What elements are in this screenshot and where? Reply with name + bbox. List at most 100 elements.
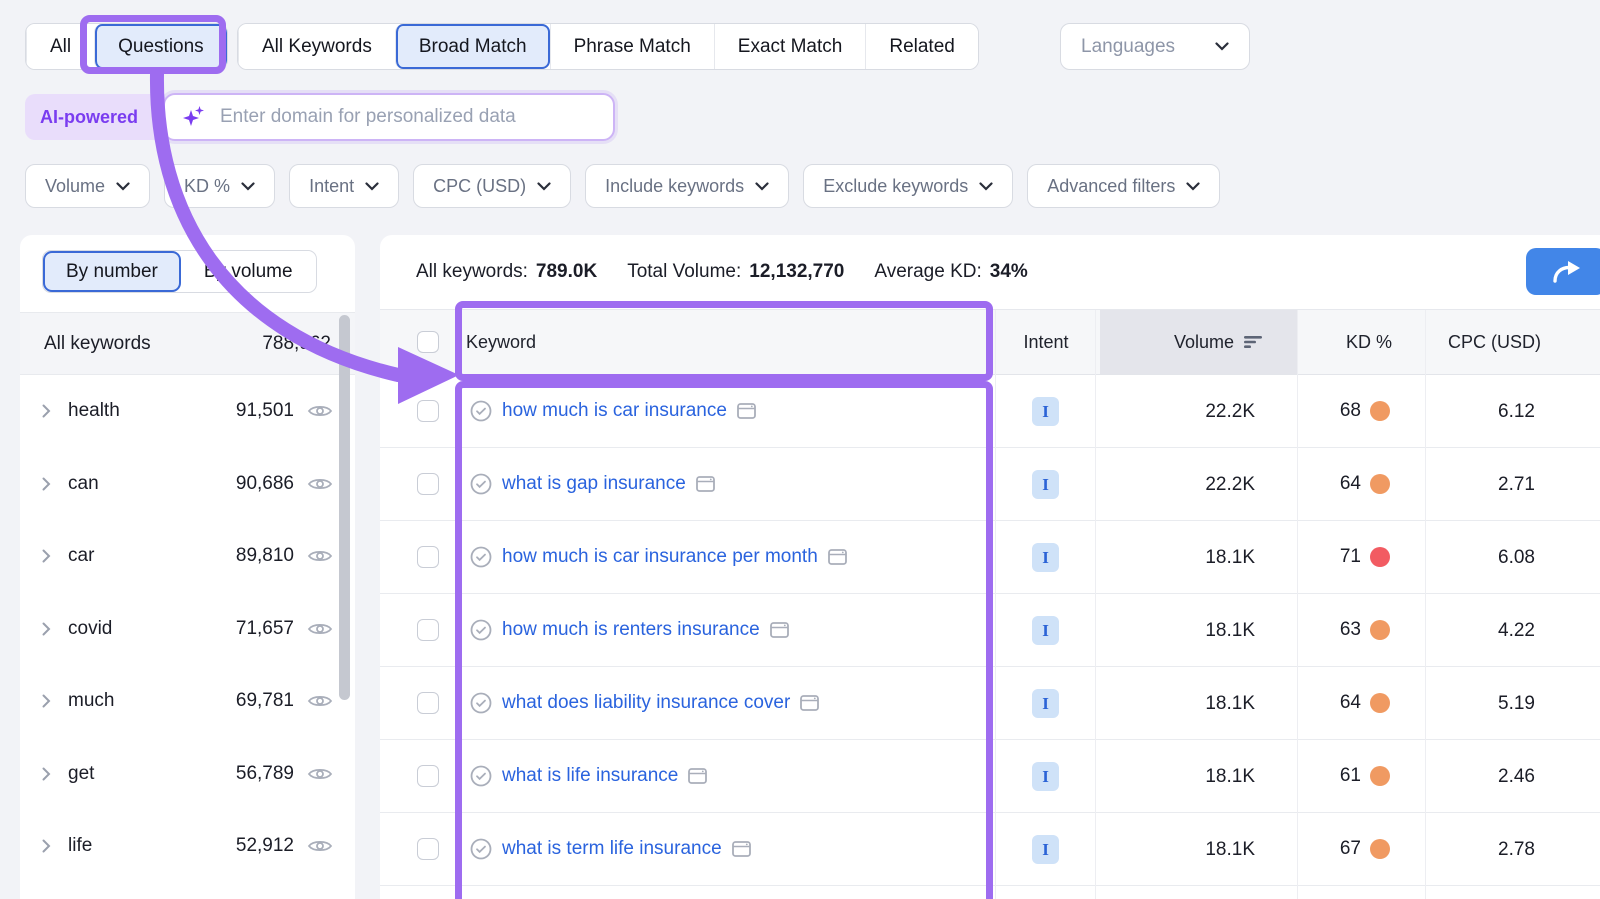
intent-badge[interactable]: I (1032, 835, 1059, 864)
circle-check-icon[interactable] (470, 400, 492, 422)
filter-dropdown[interactable]: Advanced filters (1027, 164, 1221, 208)
all-keywords-row[interactable]: All keywords 788,962 (20, 312, 355, 375)
volume-value: 18.1K (1205, 693, 1255, 714)
group-count: 69,781 (235, 690, 294, 712)
domain-input[interactable] (220, 106, 597, 128)
filter-dropdown[interactable]: Exclude keywords (803, 164, 1014, 208)
filter-dropdown[interactable]: Include keywords (585, 164, 790, 208)
cpc-value: 6.08 (1498, 547, 1535, 568)
summary-value: 12,132,770 (749, 261, 845, 282)
sort-toggle-button[interactable]: By number (43, 251, 181, 292)
serp-icon[interactable] (688, 768, 708, 784)
kd-value: 64 (1339, 692, 1361, 713)
column-header-keyword[interactable]: Keyword (466, 310, 536, 375)
eye-icon[interactable] (307, 620, 333, 638)
cpc-value: 6.12 (1498, 401, 1535, 422)
intent-badge[interactable]: I (1032, 397, 1059, 426)
circle-check-icon[interactable] (470, 619, 492, 641)
filter-dropdown[interactable]: Intent (289, 164, 400, 208)
tab-question-filter[interactable]: Questions (94, 24, 227, 69)
circle-check-icon[interactable] (470, 765, 492, 787)
table-row: what is life insurance I 18.1K 61 2.46 (380, 740, 1600, 813)
keyword-group-row[interactable]: can 90,686 (20, 448, 355, 521)
eye-icon[interactable] (307, 475, 333, 493)
filter-dropdown[interactable]: CPC (USD) (413, 164, 572, 208)
circle-check-icon[interactable] (470, 692, 492, 714)
kd-value: 64 (1339, 473, 1361, 494)
intent-badge[interactable]: I (1032, 689, 1059, 718)
tab-match-type[interactable]: Broad Match (394, 24, 550, 69)
toggle-label: By volume (203, 260, 293, 282)
tab-match-type[interactable]: Phrase Match (549, 24, 714, 69)
keyword-link[interactable]: what does liability insurance cover (502, 692, 790, 714)
filter-label: Advanced filters (1047, 175, 1176, 196)
export-share-button[interactable] (1526, 248, 1600, 295)
volume-value: 18.1K (1205, 766, 1255, 787)
column-header-intent[interactable]: Intent (997, 310, 1095, 375)
eye-icon[interactable] (307, 692, 333, 710)
intent-badge[interactable]: I (1032, 543, 1059, 572)
kd-cell: 67 (1340, 813, 1390, 885)
kd-difficulty-dot (1370, 474, 1390, 494)
keyword-groups-sidebar: By number By volume All keywords 788,962… (20, 235, 355, 899)
languages-dropdown[interactable]: Languages (1060, 23, 1250, 70)
tab-question-filter[interactable]: All (26, 24, 95, 69)
column-header-cpc[interactable]: CPC (USD) (1448, 310, 1541, 375)
tab-match-type[interactable]: Exact Match (713, 24, 866, 69)
sort-toggle-button[interactable]: By volume (180, 251, 316, 292)
keyword-link[interactable]: how much is car insurance (502, 400, 727, 422)
kd-cell: 68 (1340, 375, 1390, 447)
eye-icon[interactable] (307, 547, 333, 565)
keyword-link[interactable]: how much is car insurance per month (502, 546, 818, 568)
circle-check-icon[interactable] (470, 546, 492, 568)
eye-icon[interactable] (307, 765, 333, 783)
keyword-group-row[interactable]: much 69,781 (20, 665, 355, 738)
keyword-group-row[interactable]: covid 71,657 (20, 593, 355, 666)
row-checkbox[interactable] (417, 473, 439, 495)
serp-icon[interactable] (695, 476, 715, 492)
filter-dropdown[interactable]: Volume (25, 164, 151, 208)
serp-icon[interactable] (731, 841, 751, 857)
keyword-link[interactable]: what is life insurance (502, 765, 678, 787)
intent-badge[interactable]: I (1032, 762, 1059, 791)
keyword-link[interactable]: what is gap insurance (502, 473, 686, 495)
row-checkbox[interactable] (417, 400, 439, 422)
column-header-kd[interactable]: KD % (1346, 310, 1392, 375)
row-checkbox[interactable] (417, 546, 439, 568)
toggle-label: By number (66, 260, 158, 282)
tab-match-type[interactable]: All Keywords (238, 24, 395, 69)
keyword-link[interactable]: what is term life insurance (502, 838, 722, 860)
keyword-group-row[interactable]: get 56,789 (20, 738, 355, 811)
keyword-group-row[interactable]: car 89,810 (20, 520, 355, 593)
intent-badge[interactable]: I (1032, 616, 1059, 645)
row-checkbox[interactable] (417, 838, 439, 860)
keyword-group-row[interactable]: life 52,912 (20, 810, 355, 883)
keyword-cell: what does liability insurance cover (470, 667, 820, 739)
column-header-volume[interactable]: Volume (1100, 310, 1297, 374)
serp-icon[interactable] (800, 695, 820, 711)
cpc-value: 2.71 (1498, 474, 1535, 495)
filter-dropdown[interactable]: KD % (164, 164, 276, 208)
circle-check-icon[interactable] (470, 473, 492, 495)
circle-check-icon[interactable] (470, 838, 492, 860)
tab-label: All Keywords (262, 35, 372, 57)
intent-badge[interactable]: I (1032, 470, 1059, 499)
serp-icon[interactable] (737, 403, 756, 419)
sidebar-scrollbar[interactable] (339, 315, 350, 700)
tab-match-type[interactable]: Related (865, 24, 978, 69)
eye-icon[interactable] (307, 837, 333, 855)
row-checkbox[interactable] (417, 692, 439, 714)
select-all-checkbox[interactable] (417, 331, 439, 353)
serp-icon[interactable] (827, 549, 847, 565)
cpc-value: 5.19 (1498, 693, 1535, 714)
share-arrow-icon (1553, 260, 1580, 283)
row-checkbox[interactable] (417, 619, 439, 641)
serp-icon[interactable] (769, 622, 789, 638)
keyword-link[interactable]: how much is renters insurance (502, 619, 760, 641)
domain-input-wrapper (163, 93, 615, 141)
table-body: how much is car insurance I 22.2K 68 6.1… (380, 375, 1600, 899)
eye-icon[interactable] (307, 402, 333, 420)
chevron-down-icon (1186, 181, 1200, 191)
row-checkbox[interactable] (417, 765, 439, 787)
keyword-group-row[interactable]: health 91,501 (20, 375, 355, 448)
